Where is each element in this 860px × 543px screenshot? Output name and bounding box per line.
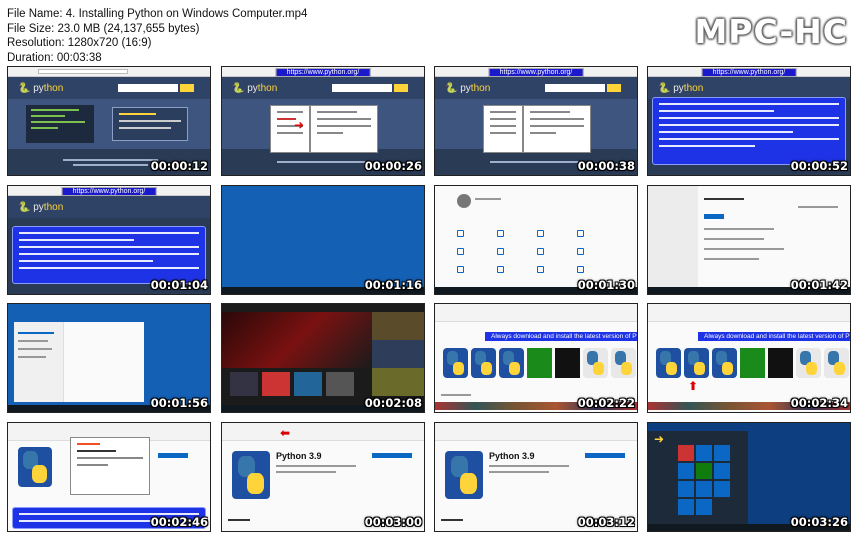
thumbnail-14[interactable]: ⬅ Python 3.9 00:03:00 [221,422,425,532]
banner: Always download and install the latest v… [485,332,637,341]
thumbnail-7[interactable]: 00:01:30 [434,185,638,295]
thumbnail-1[interactable]: 🐍 python 00:00:12 [7,66,211,176]
red-arrow-icon: ⬆ [688,379,699,393]
thumbnail-15[interactable]: Python 3.9 00:03:12 [434,422,638,532]
thumbnail-4[interactable]: https://www.python.org/ 🐍 python 00:00:5… [647,66,851,176]
resolution: Resolution: 1280x720 (16:9) [7,37,152,49]
thumbnail-13[interactable]: 00:02:46 [7,422,211,532]
thumbnail-10[interactable]: 00:02:08 [221,303,425,413]
thumbnail-6[interactable]: 00:01:16 [221,185,425,295]
timestamp: 00:00:12 [150,159,208,173]
thumbnail-9[interactable]: 00:01:56 [7,303,211,413]
yellow-arrow-icon: ➜ [654,432,665,446]
python-logo: 🐍 python [18,83,64,94]
info-box [652,97,846,165]
thumbnail-12[interactable]: Always download and install the latest v… [647,303,851,413]
file-name: File Name: 4. Installing Python on Windo… [7,8,308,20]
duration: Duration: 00:03:38 [7,51,102,64]
red-arrow-icon: ➜ [294,118,305,132]
mpc-hc-logo: MPC-HC [694,12,848,51]
file-info: File Name: 4. Installing Python on Windo… [7,7,307,65]
file-size: File Size: 23.0 MB (24,137,655 bytes) [7,22,200,35]
red-arrow-icon: ⬅ [280,426,291,440]
thumbnail-11[interactable]: Always download and install the latest v… [434,303,638,413]
thumbnail-3[interactable]: https://www.python.org/ 🐍 python 00:00:3… [434,66,638,176]
app-name: Python 3.9 [489,451,535,461]
app-name: Python 3.9 [276,451,322,461]
thumbnail-16[interactable]: ➜ 00:03:26 [647,422,851,532]
thumbnail-grid: 🐍 python 00:00:12 https://www.python.org… [7,66,853,536]
url-label: https://www.python.org/ [275,68,371,77]
thumbnail-5[interactable]: https://www.python.org/ 🐍 python 00:01:0… [7,185,211,295]
thumbnail-2[interactable]: https://www.python.org/ 🐍 python ➜ 00:00… [221,66,425,176]
thumbnail-8[interactable]: 00:01:42 [647,185,851,295]
